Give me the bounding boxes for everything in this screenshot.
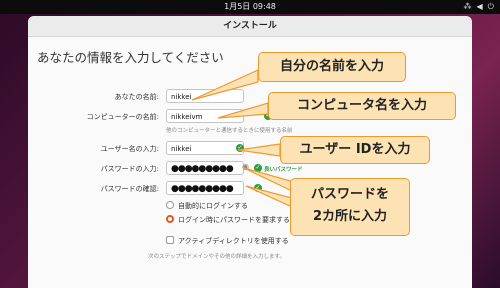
username-check-icon: ✓ <box>236 144 244 152</box>
window-title: インストール <box>28 16 472 37</box>
callout-password-line1: パスワードを <box>310 187 389 202</box>
password-field[interactable]: ●●●●●●●●● <box>166 161 244 175</box>
callout-password: パスワードを 2カ所に入力 <box>290 178 410 236</box>
callout-own-name: 自分の名前を入力 <box>258 52 406 82</box>
confirm-password-field[interactable]: ●●●●●●●●● <box>166 181 244 195</box>
callout-user-id: ユーザー IDを入力 <box>280 136 430 164</box>
password-check-icon: ✓ <box>254 164 262 172</box>
clock[interactable]: 1月5日 09:48 <box>0 1 500 13</box>
confirm-password-label: パスワードの確認: <box>100 185 159 193</box>
auto-login-label[interactable]: 自動的にログインする <box>178 201 248 211</box>
username-field[interactable]: nikkei <box>166 141 244 155</box>
computer-name-label: コンピューターの名前: <box>86 113 159 121</box>
top-bar: 1月5日 09:48 ⁂ ◀ ⏻ <box>0 0 500 14</box>
callout-computer-name: コンピュータ名を入力 <box>268 92 456 120</box>
callout-password-line2: 2カ所に入力 <box>312 209 388 224</box>
active-directory-label[interactable]: アクティブディレクトリを使用する <box>178 236 289 246</box>
computer-name-hint: 他のコンピューターと通信するときに使用する名前 <box>166 128 293 134</box>
password-strength: 良いパスワード <box>264 167 303 173</box>
network-icon[interactable]: ⁂ <box>464 2 472 12</box>
page-title: あなたの情報を入力してください <box>37 50 224 65</box>
active-directory-hint: 次のステップでドメインやその他の詳細を入力します。 <box>148 254 285 260</box>
name-field[interactable]: nikkei <box>166 89 244 103</box>
username-label: ユーザー名の入力: <box>100 145 159 153</box>
show-password-icon[interactable]: ◉ <box>242 162 249 171</box>
power-icon[interactable]: ⏻ <box>488 2 494 12</box>
require-password-label[interactable]: ログイン時にパスワードを要求する <box>178 215 290 225</box>
password-label: パスワードの入力: <box>100 165 159 173</box>
system-tray[interactable]: ⁂ ◀ ⏻ <box>464 2 494 12</box>
confirm-check-icon: ✓ <box>254 184 262 192</box>
active-directory-checkbox[interactable] <box>166 236 174 244</box>
auto-login-radio[interactable] <box>166 201 174 209</box>
computer-name-field[interactable]: nikkeivm <box>166 109 244 123</box>
require-password-radio[interactable] <box>166 215 174 223</box>
name-label: あなたの名前: <box>114 93 159 101</box>
volume-icon[interactable]: ◀ <box>477 2 483 12</box>
